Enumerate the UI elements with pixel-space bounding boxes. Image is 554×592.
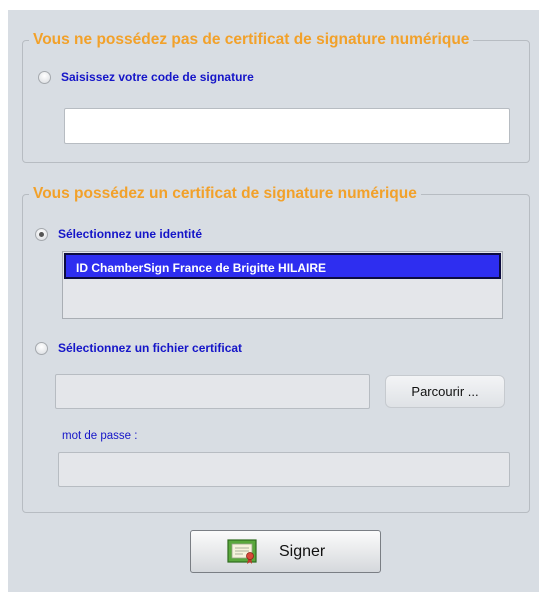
certificate-icon — [227, 538, 259, 565]
password-label: mot de passe : — [62, 430, 138, 442]
sign-button[interactable]: Signer — [190, 530, 381, 573]
identity-option[interactable]: Sélectionnez une identité — [35, 227, 202, 241]
password-input[interactable] — [58, 452, 510, 487]
signature-code-label: Saisissez votre code de signature — [61, 70, 254, 84]
identity-list-item-selected[interactable]: ID ChamberSign France de Brigitte HILAIR… — [64, 253, 501, 279]
identity-radio[interactable] — [35, 227, 48, 241]
certificate-file-input[interactable] — [55, 374, 370, 409]
no-certificate-legend: Vous ne possédez pas de certificat de si… — [33, 31, 470, 48]
sign-button-label: Signer — [279, 542, 326, 560]
signature-code-option[interactable]: Saisissez votre code de signature — [38, 70, 254, 84]
certificate-file-radio[interactable] — [35, 341, 48, 355]
certificate-legend: Vous possédez un certificat de signature… — [33, 185, 417, 202]
certificate-file-option[interactable]: Sélectionnez un fichier certificat — [35, 341, 242, 355]
identity-label: Sélectionnez une identité — [58, 227, 203, 241]
browse-button[interactable]: Parcourir ... — [385, 375, 505, 408]
certificate-file-label: Sélectionnez un fichier certificat — [58, 341, 243, 355]
signature-code-radio[interactable] — [38, 70, 51, 84]
identity-list[interactable]: ID ChamberSign France de Brigitte HILAIR… — [62, 251, 503, 319]
signature-code-input[interactable] — [64, 108, 510, 144]
